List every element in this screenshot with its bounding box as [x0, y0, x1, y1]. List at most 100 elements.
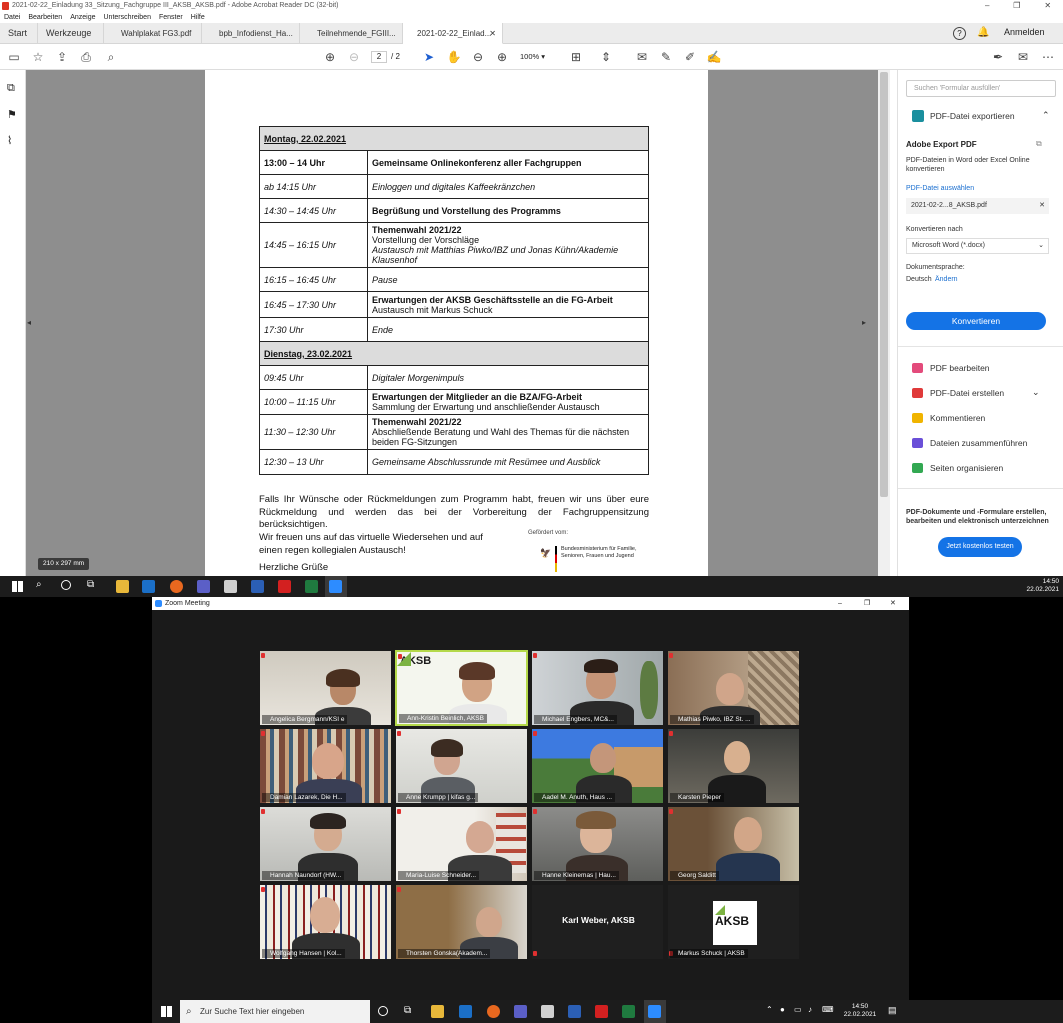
menu-bearbeiten[interactable]: Bearbeiten: [28, 12, 62, 23]
menu-anzeige[interactable]: Anzeige: [70, 12, 95, 23]
zoom-out-icon[interactable]: ⊖: [470, 49, 486, 65]
notepad-icon[interactable]: [224, 580, 237, 593]
taskbar-search-box[interactable]: ⌕ Zur Suche Text hier eingeben: [180, 1000, 370, 1023]
attachment-icon[interactable]: ⌇: [7, 134, 12, 147]
format-select[interactable]: Microsoft Word (*.docx) ⌄: [906, 238, 1049, 254]
highlight-icon[interactable]: ✎: [658, 49, 674, 65]
notepad-icon[interactable]: [541, 1005, 554, 1018]
language-icon[interactable]: ⌨: [822, 1005, 834, 1014]
search-icon[interactable]: ⌕: [36, 579, 42, 590]
windows-start-icon[interactable]: [12, 581, 23, 592]
maximize-icon[interactable]: ❐: [1013, 0, 1020, 12]
task-view-icon[interactable]: ⧉: [87, 579, 94, 590]
video-tile-profile-picture[interactable]: AKSB Markus Schuck | AKSB: [667, 884, 800, 960]
save-icon[interactable]: ▭: [6, 49, 22, 65]
video-tile[interactable]: Damian Lazarek, Die H...: [259, 728, 392, 804]
menu-hilfe[interactable]: Hilfe: [191, 12, 205, 23]
tab-teilnehmende[interactable]: Teilnehmende_FGIII...: [300, 23, 403, 44]
tool-organize[interactable]: Seiten organisieren: [912, 460, 1003, 476]
search-tools-input[interactable]: Suchen 'Formular ausfüllen': [906, 80, 1056, 97]
zoom-level-select[interactable]: 100% ▾: [520, 51, 556, 63]
chevron-down-icon[interactable]: ⌄: [1032, 387, 1040, 398]
video-tile[interactable]: Karsten Pieper: [667, 728, 800, 804]
menu-unterschreiben[interactable]: Unterschreiben: [104, 12, 151, 23]
firefox-icon[interactable]: [170, 580, 183, 593]
zoom-in-icon[interactable]: ⊕: [494, 49, 510, 65]
page-down-icon[interactable]: ⊖: [346, 49, 362, 65]
excel-icon[interactable]: [622, 1005, 635, 1018]
minimize-icon[interactable]: –: [838, 597, 842, 610]
tab-wahlplakat[interactable]: Wahlplakat FG3.pdf: [104, 23, 202, 44]
bell-icon[interactable]: 🔔: [977, 27, 989, 38]
page-up-icon[interactable]: ⊕: [322, 49, 338, 65]
tool-edit-pdf[interactable]: PDF bearbeiten: [912, 360, 990, 376]
notifications-icon[interactable]: ▤: [888, 1005, 897, 1016]
video-tile[interactable]: Angelica Bergmann/KSI e: [259, 650, 392, 726]
close-icon[interactable]: ✕: [890, 597, 896, 610]
anmelden-button[interactable]: Anmelden: [1004, 27, 1045, 37]
teams-icon[interactable]: [197, 580, 210, 593]
video-tile[interactable]: Wolfgang Hansen | Kol...: [259, 884, 392, 960]
collapse-right-icon[interactable]: ▸: [862, 318, 866, 327]
firefox-icon[interactable]: [487, 1005, 500, 1018]
explorer-icon[interactable]: [116, 580, 129, 593]
excel-icon[interactable]: [305, 580, 318, 593]
print-icon[interactable]: ⎙: [78, 49, 94, 65]
video-tile[interactable]: Anne Krumpp | kifas g...: [395, 728, 528, 804]
video-tile[interactable]: Mathias Piwko, IBZ St. ...: [667, 650, 800, 726]
scrollbar-thumb[interactable]: [880, 72, 888, 497]
video-tile[interactable]: Georg Salditt: [667, 806, 800, 882]
acrobat-taskbar-icon[interactable]: [595, 1005, 608, 1018]
tray-app-icon[interactable]: ●: [780, 1005, 785, 1014]
find-icon[interactable]: ⌕: [103, 49, 119, 65]
copy-icon[interactable]: ⧉: [1036, 139, 1042, 149]
page-number-input[interactable]: 2: [371, 51, 387, 63]
hand-icon[interactable]: ✋: [446, 49, 462, 65]
help-icon[interactable]: ?: [953, 27, 966, 40]
upload-icon[interactable]: ⇪: [54, 49, 70, 65]
star-icon[interactable]: ☆: [30, 49, 46, 65]
selected-file[interactable]: 2021-02-2...8_AKSB.pdf ✕: [906, 198, 1049, 214]
menu-datei[interactable]: Datei: [4, 12, 20, 23]
volume-icon[interactable]: ♪: [808, 1005, 812, 1014]
zoom-taskbar-active[interactable]: [644, 1000, 666, 1023]
word-icon[interactable]: [251, 580, 264, 593]
tool-create-pdf[interactable]: PDF-Datei erstellen: [912, 385, 1004, 401]
video-tile-active-speaker[interactable]: AKSB Ann-Kristin Beinlich, AKSB: [395, 650, 528, 726]
fit-page-icon[interactable]: ⊞: [568, 49, 584, 65]
network-icon[interactable]: ▭: [794, 1005, 802, 1014]
minimize-icon[interactable]: –: [985, 0, 989, 12]
teams-icon[interactable]: [514, 1005, 527, 1018]
sign-icon[interactable]: ✍: [706, 49, 722, 65]
tab-start[interactable]: Start: [0, 23, 38, 44]
close-tab-icon[interactable]: ✕: [489, 23, 496, 43]
fill-sign-icon[interactable]: ✒: [990, 49, 1006, 65]
tool-combine[interactable]: Dateien zusammenführen: [912, 435, 1027, 451]
tool-comment[interactable]: Kommentieren: [912, 410, 985, 426]
video-tile[interactable]: Michael Engbers, MC&...: [531, 650, 664, 726]
more-icon[interactable]: ⋯: [1040, 49, 1056, 65]
export-pdf-title[interactable]: PDF-Datei exportieren: [930, 111, 1015, 121]
explorer-icon[interactable]: [431, 1005, 444, 1018]
menu-fenster[interactable]: Fenster: [159, 12, 183, 23]
convert-button[interactable]: Konvertieren: [906, 312, 1046, 330]
collapse-left-icon[interactable]: ◂: [27, 318, 31, 327]
maximize-icon[interactable]: ❐: [864, 597, 870, 610]
video-tile[interactable]: Hanne Kleinemas | Hau...: [531, 806, 664, 882]
video-tile[interactable]: Thorsten Gonska(Akadem...: [395, 884, 528, 960]
task-view-icon[interactable]: ⧉: [404, 1005, 411, 1016]
cortana-icon[interactable]: [61, 580, 71, 590]
video-tile-camera-off[interactable]: Karl Weber, AKSB: [531, 884, 664, 960]
draw-icon[interactable]: ✐: [682, 49, 698, 65]
tray-chevron-icon[interactable]: ⌃: [766, 1005, 773, 1014]
comment-icon[interactable]: ✉: [634, 49, 650, 65]
trial-button[interactable]: Jetzt kostenlos testen: [938, 537, 1022, 557]
outlook-icon[interactable]: [459, 1005, 472, 1018]
change-language-link[interactable]: Ändern: [935, 276, 958, 283]
outlook-icon[interactable]: [142, 580, 155, 593]
tab-werkzeuge[interactable]: Werkzeuge: [38, 23, 104, 44]
pages-icon[interactable]: ⧉: [7, 82, 15, 95]
acrobat-taskbar-icon[interactable]: [278, 580, 291, 593]
bookmark-icon[interactable]: ⚑: [7, 108, 17, 121]
word-icon[interactable]: [568, 1005, 581, 1018]
